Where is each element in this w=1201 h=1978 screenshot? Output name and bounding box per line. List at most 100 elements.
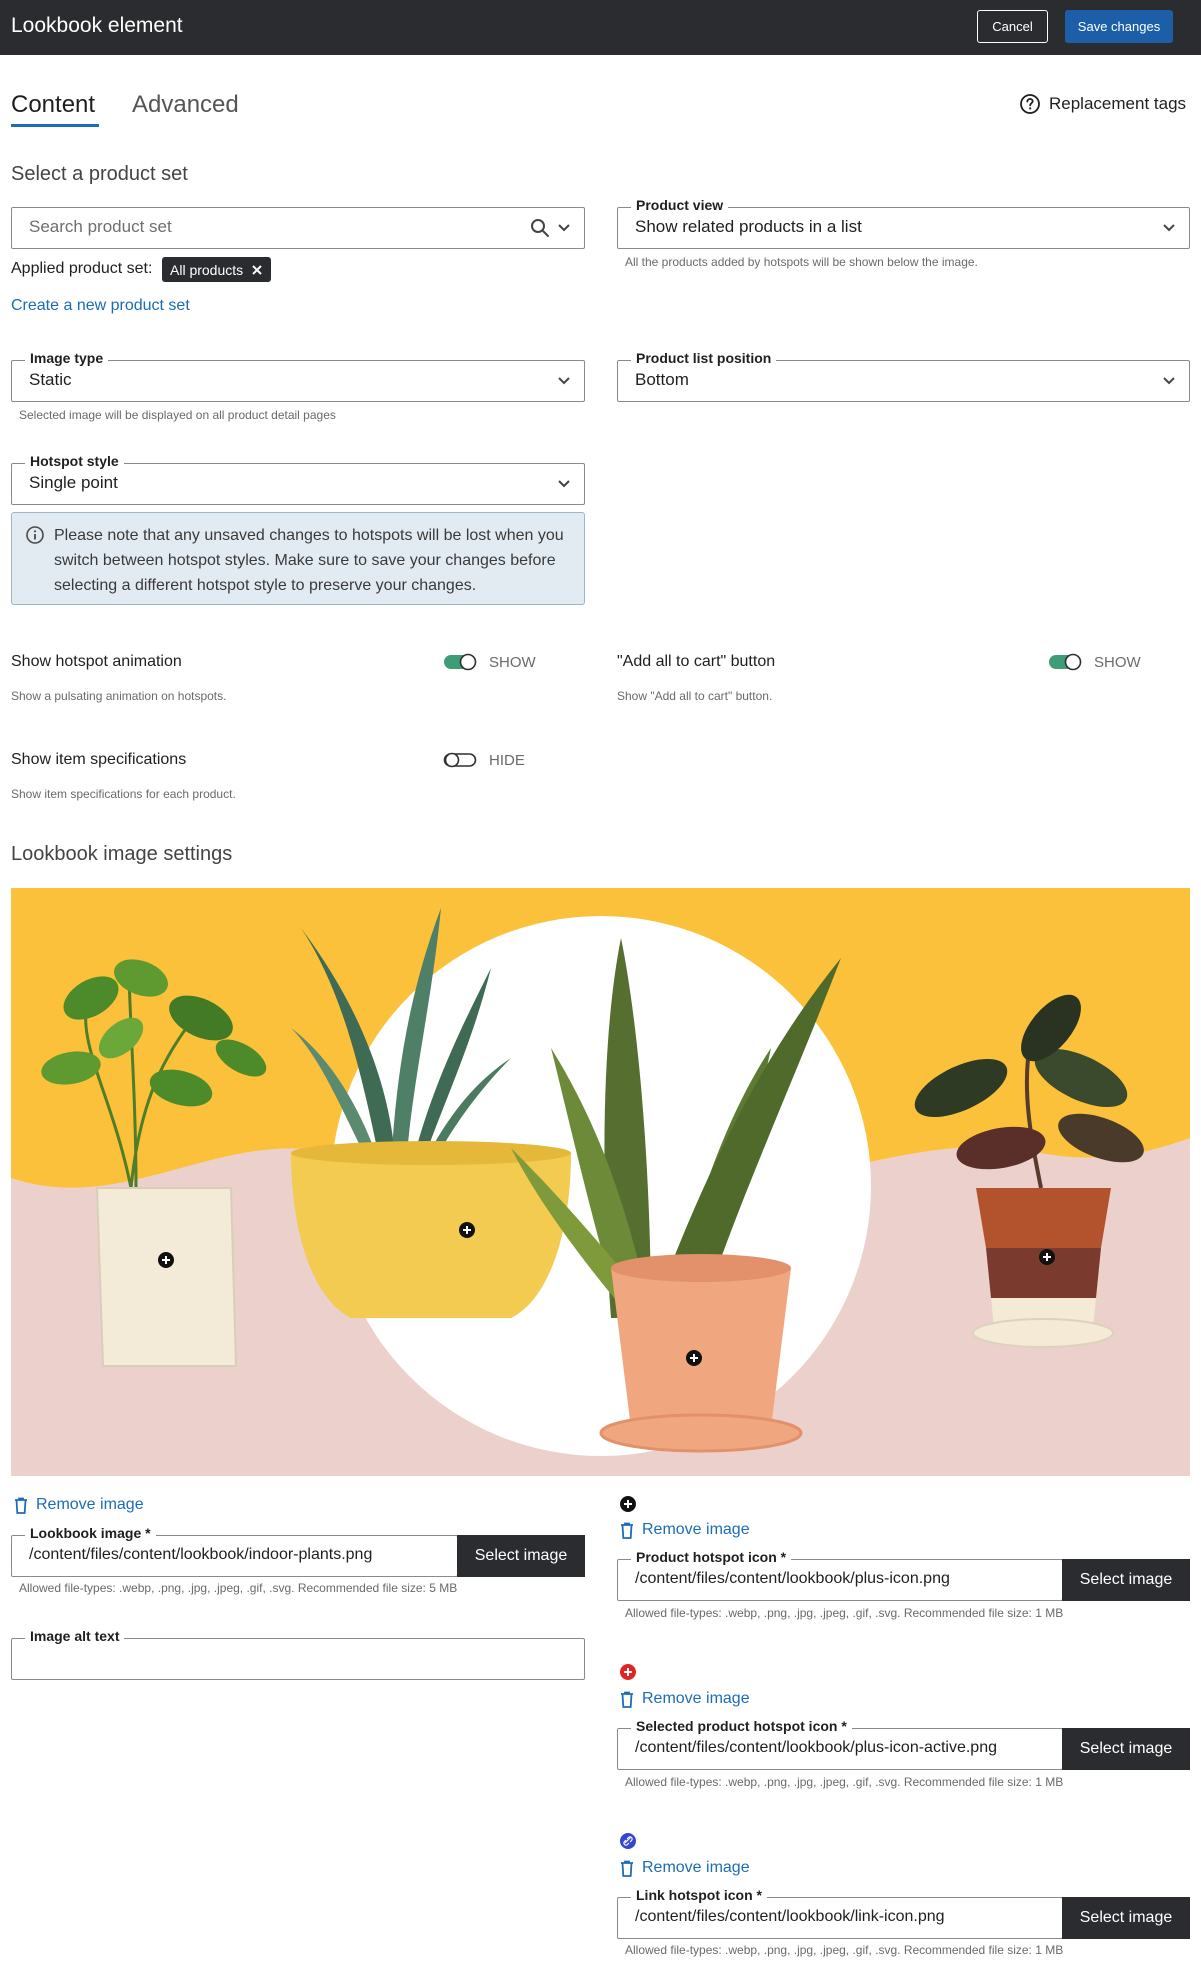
lookbook-image-preview[interactable] bbox=[11, 888, 1190, 1476]
close-icon[interactable] bbox=[251, 264, 263, 276]
toggle-state: HIDE bbox=[489, 751, 525, 769]
top-bar: Lookbook element Cancel Save changes bbox=[0, 0, 1201, 55]
remove-lookbook-image[interactable]: Remove image bbox=[14, 1496, 144, 1514]
chevron-down-icon[interactable] bbox=[556, 219, 572, 235]
product-hotspot-icon-field[interactable]: Product hotspot icon * /content/files/co… bbox=[617, 1549, 1063, 1601]
product-view-select[interactable]: Product view Show related products in a … bbox=[617, 197, 1190, 249]
hotspot-animation-label: Show hotspot animation bbox=[11, 653, 182, 670]
product-hotspot-icon-path[interactable]: /content/files/content/lookbook/plus-ico… bbox=[635, 1570, 950, 1588]
image-alt-text-label: Image alt text bbox=[25, 1628, 125, 1644]
image-settings-heading: Lookbook image settings bbox=[11, 843, 233, 865]
help-circle-icon bbox=[1020, 94, 1040, 114]
add-all-to-cart-help: Show "Add all to cart" button. bbox=[617, 689, 773, 703]
trash-icon bbox=[15, 1497, 27, 1514]
toggle-state: SHOW bbox=[1094, 653, 1141, 671]
plus-active-icon-preview bbox=[620, 1664, 636, 1680]
select-product-hotspot-icon-button[interactable]: Select image bbox=[1062, 1559, 1190, 1601]
product-hotspot-4[interactable] bbox=[1038, 1248, 1056, 1266]
item-specs-help: Show item specifications for each produc… bbox=[11, 787, 236, 801]
save-changes-button[interactable]: Save changes bbox=[1065, 10, 1173, 43]
link-icon-preview bbox=[620, 1833, 636, 1849]
link-hotspot-icon-help: Allowed file-types: .webp, .png, .jpg, .… bbox=[625, 1943, 1064, 1957]
replacement-tags-label: Replacement tags bbox=[1049, 94, 1187, 113]
item-specs-label: Show item specifications bbox=[11, 751, 187, 768]
select-selected-hotspot-icon-button[interactable]: Select image bbox=[1062, 1728, 1190, 1770]
chevron-down-icon bbox=[1163, 224, 1175, 232]
hotspot-style-value: Single point bbox=[29, 473, 118, 492]
toggle-off-icon bbox=[443, 752, 477, 768]
chevron-down-icon bbox=[558, 480, 570, 488]
active-tab-indicator bbox=[11, 124, 99, 127]
lookbook-image-field[interactable]: Lookbook image * /content/files/content/… bbox=[11, 1525, 458, 1577]
applied-product-set-chip: All products bbox=[162, 257, 272, 282]
chevron-down-icon bbox=[558, 377, 570, 385]
product-list-position-value: Bottom bbox=[635, 370, 689, 389]
product-list-position-label: Product list position bbox=[631, 350, 777, 366]
remove-selected-hotspot-icon[interactable]: Remove image bbox=[620, 1690, 750, 1708]
selected-hotspot-icon-path[interactable]: /content/files/content/lookbook/plus-ico… bbox=[635, 1739, 997, 1757]
hotspot-animation-help: Show a pulsating animation on hotspots. bbox=[11, 689, 227, 703]
hotspot-animation-toggle[interactable]: SHOW bbox=[443, 653, 536, 671]
product-view-value: Show related products in a list bbox=[635, 217, 862, 236]
lookbook-image-label: Lookbook image * bbox=[25, 1525, 156, 1541]
trash-icon bbox=[621, 1691, 633, 1708]
selected-hotspot-icon-help: Allowed file-types: .webp, .png, .jpg, .… bbox=[625, 1775, 1064, 1789]
plus-icon-preview bbox=[620, 1496, 636, 1512]
remove-product-hotspot-icon[interactable]: Remove image bbox=[620, 1521, 750, 1539]
product-hotspot-icon-help: Allowed file-types: .webp, .png, .jpg, .… bbox=[625, 1606, 1064, 1620]
product-hotspot-3[interactable] bbox=[685, 1349, 703, 1367]
create-product-set-link[interactable]: Create a new product set bbox=[11, 297, 190, 315]
product-hotspot-icon-label: Product hotspot icon * bbox=[631, 1549, 792, 1565]
select-link-hotspot-icon-button[interactable]: Select image bbox=[1062, 1897, 1190, 1939]
chip-label: All products bbox=[170, 261, 244, 278]
toggle-on-icon bbox=[444, 653, 477, 671]
add-all-to-cart-label: "Add all to cart" button bbox=[617, 653, 776, 670]
toggle-state: SHOW bbox=[489, 653, 536, 671]
product-set-heading: Select a product set bbox=[11, 163, 188, 185]
trash-icon bbox=[621, 1522, 633, 1539]
lookbook-image-path[interactable]: /content/files/content/lookbook/indoor-p… bbox=[29, 1546, 372, 1564]
hotspot-style-select[interactable]: Hotspot style Single point bbox=[11, 453, 585, 505]
image-type-value: Static bbox=[29, 370, 72, 389]
image-type-help: Selected image will be displayed on all … bbox=[19, 408, 336, 422]
product-set-search[interactable]: Search product set bbox=[11, 207, 585, 249]
link-hotspot-icon-label: Link hotspot icon * bbox=[631, 1887, 767, 1903]
cancel-button[interactable]: Cancel bbox=[977, 10, 1048, 43]
page-title: Lookbook element bbox=[11, 14, 183, 37]
remove-link-hotspot-icon[interactable]: Remove image bbox=[620, 1859, 750, 1877]
trash-icon bbox=[621, 1860, 633, 1877]
link-hotspot-icon-path[interactable]: /content/files/content/lookbook/link-ico… bbox=[635, 1908, 945, 1926]
product-view-help: All the products added by hotspots will … bbox=[625, 255, 978, 269]
plants-image bbox=[11, 888, 1190, 1476]
select-lookbook-image-button[interactable]: Select image bbox=[457, 1535, 585, 1577]
remove-image-label: Remove image bbox=[642, 1859, 750, 1876]
remove-image-label: Remove image bbox=[642, 1521, 750, 1538]
tab-advanced[interactable]: Advanced bbox=[132, 91, 239, 119]
chevron-down-icon bbox=[1163, 377, 1175, 385]
info-icon bbox=[26, 526, 44, 544]
toggle-on-icon bbox=[1049, 653, 1082, 671]
notice-text: Please note that any unsaved changes to … bbox=[54, 527, 564, 594]
add-all-to-cart-toggle[interactable]: SHOW bbox=[1048, 653, 1141, 671]
selected-hotspot-icon-label: Selected product hotspot icon * bbox=[631, 1718, 852, 1734]
hotspot-style-label: Hotspot style bbox=[25, 453, 124, 469]
tab-content[interactable]: Content bbox=[11, 91, 95, 119]
hotspot-style-notice: Please note that any unsaved changes to … bbox=[11, 512, 585, 605]
lookbook-image-help: Allowed file-types: .webp, .png, .jpg, .… bbox=[19, 1581, 458, 1595]
product-view-label: Product view bbox=[631, 197, 729, 213]
remove-image-label: Remove image bbox=[36, 1496, 144, 1513]
product-hotspot-1[interactable] bbox=[157, 1251, 175, 1269]
selected-hotspot-icon-field[interactable]: Selected product hotspot icon * /content… bbox=[617, 1718, 1063, 1770]
image-alt-text-field[interactable]: Image alt text bbox=[11, 1628, 585, 1680]
search-input[interactable]: Search product set bbox=[29, 217, 172, 237]
item-specs-toggle[interactable]: HIDE bbox=[443, 751, 525, 769]
image-type-label: Image type bbox=[25, 350, 109, 366]
product-list-position-select[interactable]: Product list position Bottom bbox=[617, 350, 1190, 402]
replacement-tags-button[interactable]: Replacement tags bbox=[1019, 93, 1186, 115]
remove-image-label: Remove image bbox=[642, 1690, 750, 1707]
applied-product-set-label: Applied product set: bbox=[11, 260, 153, 277]
product-hotspot-2[interactable] bbox=[458, 1221, 476, 1239]
link-hotspot-icon-field[interactable]: Link hotspot icon * /content/files/conte… bbox=[617, 1887, 1063, 1939]
search-icon[interactable] bbox=[530, 218, 550, 238]
image-type-select[interactable]: Image type Static bbox=[11, 350, 585, 402]
